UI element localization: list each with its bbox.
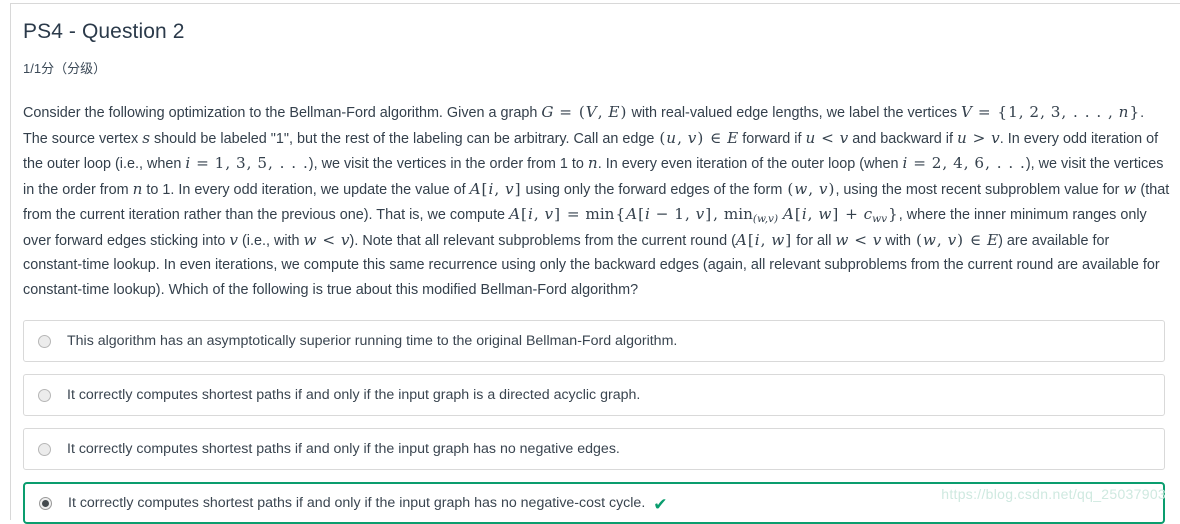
inline-math: u > v — [957, 128, 1000, 147]
inline-math: G = (V, E) — [541, 103, 627, 121]
answer-option[interactable]: This algorithm has an asymptotically sup… — [23, 320, 1165, 362]
inline-math: A[i, w] — [735, 230, 792, 249]
inline-math: V = {1, 2, 3, . . . , n} — [961, 103, 1140, 121]
correct-check-icon: ✔ — [653, 494, 668, 514]
inline-math: v — [229, 230, 238, 249]
inline-math: (u, v) ∈ E — [659, 128, 739, 147]
inline-math: n — [587, 154, 598, 172]
inline-math: i = 2, 4, 6, . . . — [902, 154, 1025, 172]
question-text-run: , using the most recent subproblem value… — [835, 181, 1124, 198]
inline-math: s — [142, 128, 150, 147]
answer-options: This algorithm has an asymptotically sup… — [23, 320, 1172, 524]
inline-math: n — [132, 179, 143, 198]
answer-option-label: This algorithm has an asymptotically sup… — [67, 333, 678, 349]
question-text-run: with real-valued edge lengths, we label … — [627, 105, 962, 121]
inline-math: w — [1123, 179, 1137, 198]
answer-option[interactable]: It correctly computes shortest paths if … — [23, 374, 1165, 416]
question-text-run: to 1. In every odd iteration, we update … — [142, 181, 470, 198]
question-text-run: ). Note that all relevant subproblems fr… — [349, 232, 736, 249]
inline-math: A[i, v] = min{A[i − 1, v], min(w,v) A[i,… — [509, 205, 898, 225]
answer-option[interactable]: It correctly computes shortest paths if … — [23, 482, 1165, 524]
inline-math: u < v — [805, 128, 849, 147]
question-text-run: for all — [792, 232, 836, 249]
question-card: PS4 - Question 2 1/1分（分级） Consider the f… — [10, 3, 1180, 524]
inline-math: w < v — [303, 230, 350, 249]
question-text-run: Consider the following optimization to t… — [23, 105, 542, 121]
radio-button[interactable] — [38, 334, 51, 348]
question-text-run: ), we visit the vertices in the order fr… — [308, 156, 588, 172]
page-title: PS4 - Question 2 — [23, 20, 185, 43]
question-text-run: and backward if — [848, 130, 958, 147]
question-text-run: forward if — [738, 130, 806, 147]
question-text-run: with — [881, 232, 915, 249]
inline-math: (w, v) — [787, 179, 835, 198]
question-text-run: (i.e., with — [237, 232, 304, 249]
inline-math: A[i, v] — [469, 179, 521, 198]
answer-option-label: It correctly computes shortest paths if … — [67, 441, 620, 457]
answer-option[interactable]: It correctly computes shortest paths if … — [23, 428, 1165, 470]
radio-button-selected[interactable] — [39, 496, 52, 510]
inline-math: w < v — [835, 230, 882, 249]
question-text-run: should be labeled "1", but the rest of t… — [149, 130, 659, 147]
answer-option-label: It correctly computes shortest paths if … — [68, 495, 646, 511]
inline-math: (w, v) ∈ E — [915, 230, 999, 249]
radio-button[interactable] — [38, 442, 51, 456]
radio-button[interactable] — [38, 388, 51, 402]
question-text-run: . In every even iteration of the outer l… — [597, 156, 903, 172]
inline-math: i = 1, 3, 5, . . . — [185, 154, 308, 172]
question-text-run: using only the forward edges of the form — [521, 181, 787, 198]
question-points: 1/1分（分级） — [23, 61, 107, 76]
answer-option-label: It correctly computes shortest paths if … — [67, 387, 641, 403]
question-body: Consider the following optimization to t… — [23, 100, 1171, 302]
